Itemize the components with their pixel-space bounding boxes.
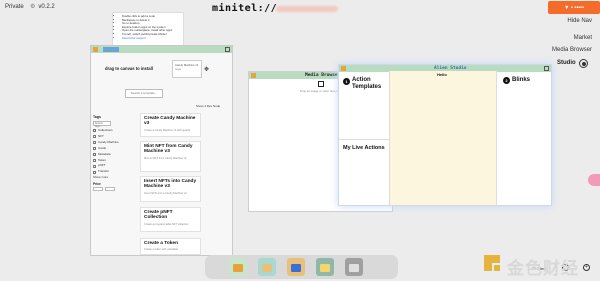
checkbox[interactable] xyxy=(93,170,96,174)
drop-zone-preview[interactable]: Candy Machine v3 •••••• xyxy=(172,60,202,78)
checkbox[interactable] xyxy=(93,164,96,168)
tags-heading: Tags xyxy=(93,115,101,119)
watermark-text: 金色财经 xyxy=(507,259,579,278)
checkbox[interactable] xyxy=(93,135,96,139)
folder-icon[interactable] xyxy=(287,258,305,276)
checkbox[interactable] xyxy=(93,141,96,145)
checkbox[interactable] xyxy=(93,147,96,151)
box-icon[interactable] xyxy=(345,258,363,276)
studio-icon[interactable] xyxy=(579,59,588,68)
tag-filter-item[interactable]: Show more xyxy=(93,175,119,181)
wallet-connect-button[interactable]: ▼ • ••••• xyxy=(548,1,600,14)
template-card[interactable]: Create Candy Machine v3 Create a Candy Ma… xyxy=(140,113,201,137)
template-card-description: Mint an NFT from Candy Machine v3 xyxy=(144,156,187,160)
template-card-title: Create a Token xyxy=(144,241,179,246)
nav-item-market[interactable]: Market xyxy=(574,35,592,41)
action-templates-column xyxy=(339,71,390,205)
version-label: ⚙ v0.2.2 xyxy=(30,3,55,11)
preview-heading: Hello xyxy=(437,72,447,77)
blinks-column xyxy=(497,71,551,205)
storefront-icon[interactable] xyxy=(229,258,247,276)
preview-column xyxy=(390,71,497,205)
template-card[interactable]: Create a Token Create a token with metada… xyxy=(140,238,201,255)
watermark-logo-icon xyxy=(484,255,500,271)
dock-app-glyph xyxy=(262,264,272,272)
template-card-title: Create Candy Machine v3 xyxy=(144,116,196,127)
template-card-title: Create pNFT Collection xyxy=(144,210,173,221)
privacy-toggle[interactable]: Private xyxy=(5,4,24,10)
template-card-description: Create a programmable NFT collection xyxy=(144,222,189,226)
price-heading: Price xyxy=(93,182,101,186)
dock-app-glyph xyxy=(291,264,301,272)
template-card[interactable]: Create pNFT Collection Create a programma… xyxy=(140,207,201,232)
site-title: minitel:// xyxy=(212,3,278,14)
blurred-url xyxy=(276,6,338,12)
tab-indicator xyxy=(103,47,119,52)
nav-item-media-browser[interactable]: Media Browser xyxy=(552,47,592,53)
window-title: Alien Studio xyxy=(434,65,467,71)
app-icon xyxy=(251,73,256,78)
step-badge: 1 xyxy=(343,78,350,85)
tip-item[interactable]: Discord for support xyxy=(122,36,179,41)
tag-filter-list: Collections NFT Candy Machine Cards Metadata… xyxy=(93,128,119,181)
dock-app-glyph xyxy=(233,264,243,272)
checkbox[interactable] xyxy=(93,153,96,157)
live-actions-heading: My Live Actions xyxy=(343,145,385,151)
template-card-description: Create a token with metadata xyxy=(144,248,178,252)
window-title: Media Browser xyxy=(305,72,341,78)
step-badge: 2 xyxy=(503,77,510,84)
template-card-description: Create a Candy Machine v3 with guards xyxy=(144,128,191,132)
plant-shop-icon[interactable] xyxy=(258,258,276,276)
action-templates-heading: Action Templates xyxy=(352,77,382,90)
close-icon[interactable] xyxy=(225,47,230,52)
template-card-title: Mint NFT from Candy Machine v3 xyxy=(144,144,193,155)
settings-icon[interactable]: ⚙ xyxy=(30,3,35,10)
show-all-link[interactable]: Show 4 Dev Node xyxy=(196,104,220,108)
template-card[interactable]: Mint NFT from Candy Machine v3 Mint an NF… xyxy=(140,141,201,172)
move-icon[interactable]: ✥ xyxy=(204,66,209,73)
upload-icon[interactable] xyxy=(318,81,324,87)
side-drawer-handle[interactable] xyxy=(588,174,600,186)
tag-label: Show more xyxy=(93,175,109,180)
price-max-input[interactable] xyxy=(105,187,115,191)
checkbox[interactable] xyxy=(93,158,96,162)
dock-app-glyph xyxy=(349,264,359,272)
divider xyxy=(339,139,390,140)
tips-list: Double click to add a nodeBackspace to d… xyxy=(117,14,179,41)
template-card[interactable]: Insert NFTs into Candy Machine v3 Insert … xyxy=(140,176,201,202)
price-range[interactable] xyxy=(93,187,115,191)
tag-search-input[interactable]: Search tags... xyxy=(93,121,111,128)
app-icon xyxy=(93,47,98,52)
version-text: v0.2.2 xyxy=(38,3,55,10)
drop-zone-label: drag to canvas to install xyxy=(105,66,153,71)
price-min-input[interactable] xyxy=(93,187,103,191)
template-search-input[interactable]: Search a template... xyxy=(125,89,163,98)
template-card-description: Insert NFTs into a Candy Machine v3 xyxy=(144,191,187,195)
dock-app-glyph xyxy=(320,264,330,272)
blinks-heading: Blinks xyxy=(512,77,531,83)
hide-nav-link[interactable]: Hide Nav xyxy=(567,18,592,24)
window-titlebar[interactable] xyxy=(91,46,232,53)
nav-item-studio[interactable]: Studio xyxy=(557,60,576,66)
template-card-title: Insert NFTs into Candy Machine v3 xyxy=(144,179,197,190)
checkbox[interactable] xyxy=(93,129,96,133)
calculator-icon[interactable] xyxy=(316,258,334,276)
zoom-in-button[interactable]: + xyxy=(583,264,590,271)
